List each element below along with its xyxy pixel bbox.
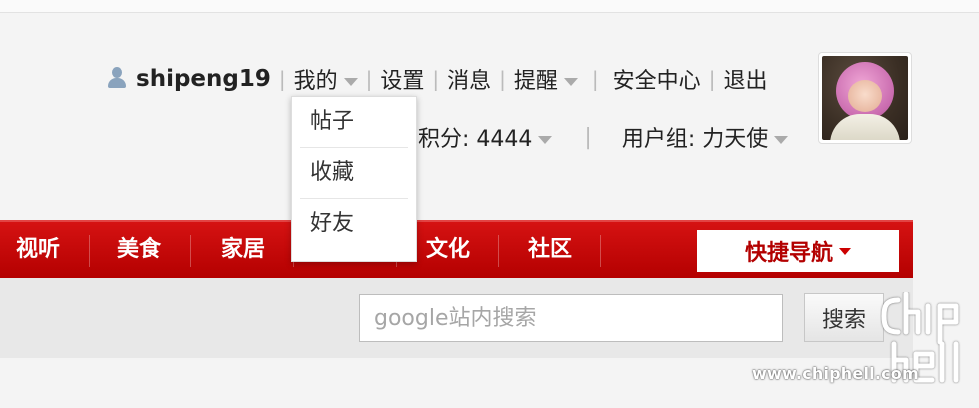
separator: |	[499, 67, 506, 91]
user-menu-bar: shipeng19 | 我的 | 设置 | 消息 | 提醒 | 安全中心 | 退…	[106, 62, 767, 96]
logout-link[interactable]: 退出	[723, 63, 767, 95]
avatar[interactable]	[818, 52, 912, 144]
separator: |	[365, 67, 373, 91]
chevron-down-icon	[343, 78, 358, 86]
nav-divider	[89, 235, 90, 267]
my-dropdown-menu: 帖子 收藏 好友	[291, 96, 417, 262]
chevron-down-icon	[538, 136, 553, 144]
quick-nav-label: 快捷导航	[744, 241, 833, 266]
my-menu-label: 我的	[293, 69, 338, 94]
security-center-link[interactable]: 安全中心	[613, 63, 701, 95]
chevron-down-icon	[774, 136, 789, 144]
chevron-down-icon	[839, 247, 851, 255]
settings-link[interactable]: 设置	[380, 63, 424, 95]
dropdown-item-posts[interactable]: 帖子	[300, 97, 408, 148]
nav-divider	[600, 235, 601, 267]
nav-item-6[interactable]: 社区	[504, 222, 596, 278]
points-menu-trigger[interactable]: 积分: 4444	[418, 121, 553, 153]
my-menu-trigger[interactable]: 我的	[294, 63, 358, 95]
reminders-label: 提醒	[513, 69, 558, 94]
main-nav-bar: 视听 美食 家居 摄影 文化 社区 快捷导航	[0, 220, 913, 278]
separator: |	[584, 124, 592, 150]
dropdown-item-friends[interactable]: 好友	[300, 199, 408, 249]
username-link[interactable]: shipeng19	[136, 66, 271, 92]
user-icon	[106, 67, 128, 91]
quick-nav-button[interactable]: 快捷导航	[697, 230, 899, 272]
chevron-down-icon	[563, 78, 578, 86]
separator: |	[591, 67, 599, 91]
usergroup-menu-trigger[interactable]: 用户组: 力天使	[621, 121, 789, 153]
avatar-image	[822, 56, 908, 140]
user-info-bar: 积分: 4444 | 用户组: 力天使	[418, 120, 789, 154]
separator: |	[708, 67, 716, 91]
page-top-strip	[0, 0, 979, 13]
search-input[interactable]	[359, 294, 783, 342]
separator: |	[278, 67, 286, 91]
nav-divider	[498, 235, 499, 267]
nav-item-1[interactable]: 视听	[0, 222, 76, 278]
usergroup-label: 用户组: 力天使	[621, 127, 769, 152]
watermark-url: www.chiphell.com	[752, 364, 919, 383]
search-button[interactable]: 搜索	[804, 293, 884, 342]
dropdown-item-favorites[interactable]: 收藏	[300, 148, 408, 199]
nav-item-3[interactable]: 家居	[198, 222, 288, 278]
reminders-menu-trigger[interactable]: 提醒	[514, 63, 578, 95]
messages-link[interactable]: 消息	[447, 63, 491, 95]
nav-item-2[interactable]: 美食	[96, 222, 182, 278]
nav-divider	[190, 235, 191, 267]
points-label: 积分: 4444	[418, 127, 533, 152]
separator: |	[432, 67, 440, 91]
